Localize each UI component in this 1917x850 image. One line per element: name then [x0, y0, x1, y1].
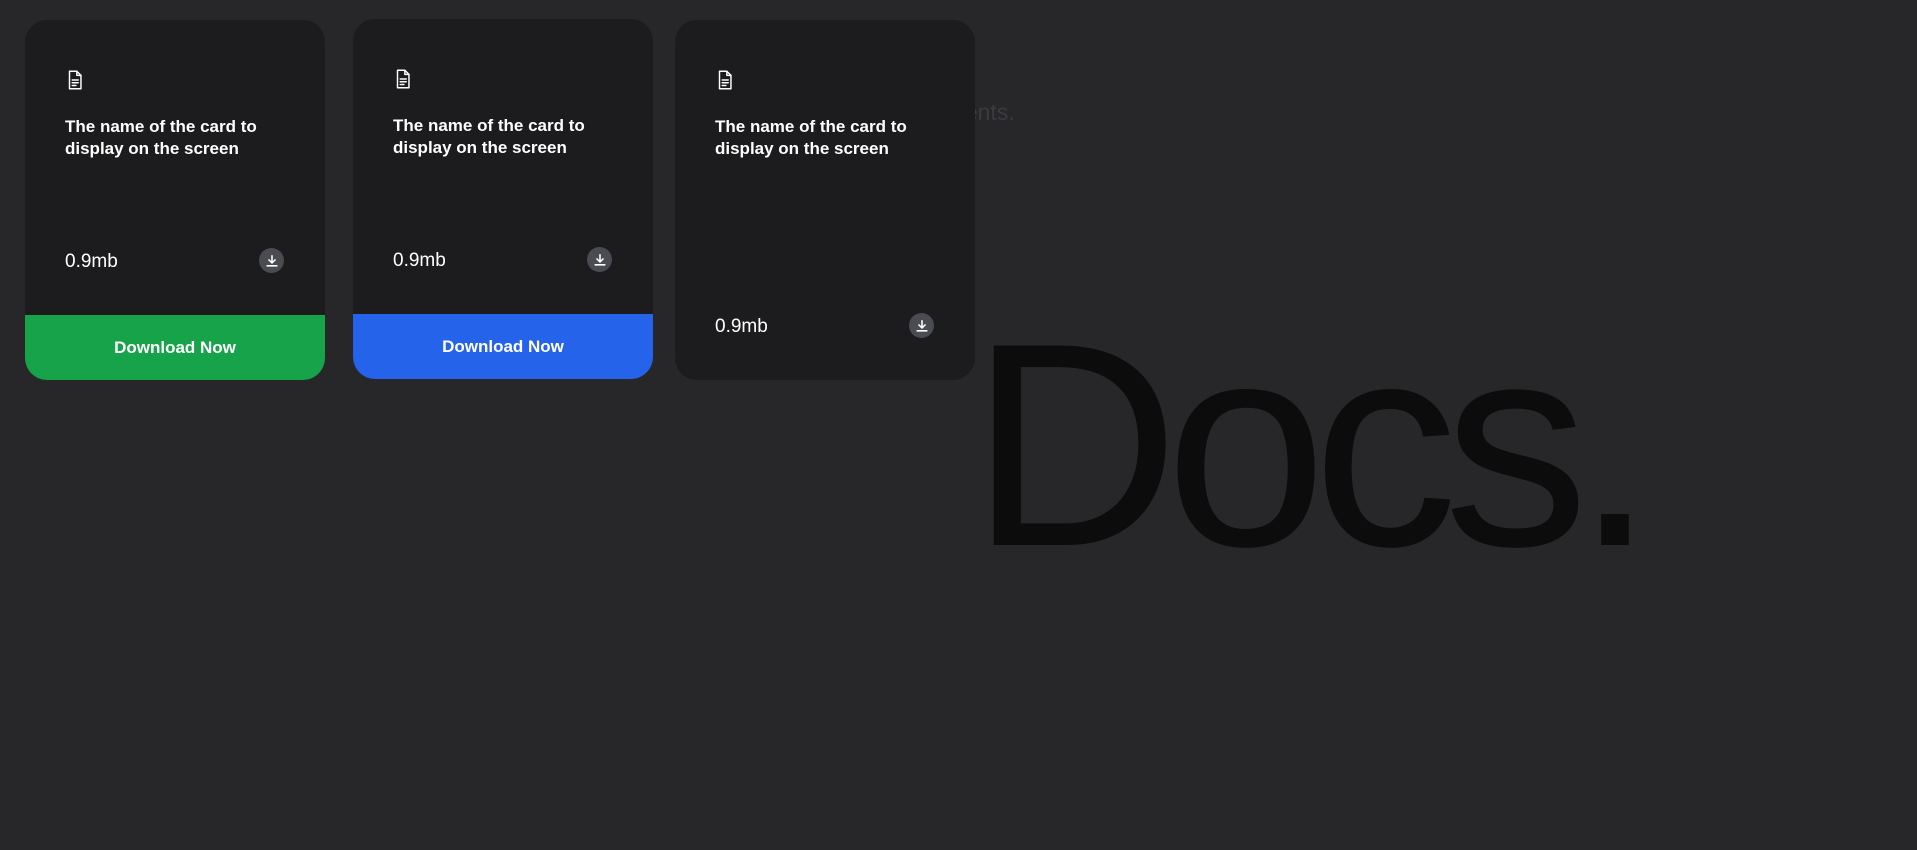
- card-title: The name of the card to display on the s…: [393, 116, 585, 157]
- document-card: The name of the card to display on the s…: [25, 20, 325, 380]
- card-title: The name of the card to display on the s…: [65, 117, 257, 158]
- document-icon: [64, 69, 86, 91]
- document-icon: [714, 69, 736, 91]
- download-now-button[interactable]: Download Now: [25, 315, 325, 380]
- document-card: The name of the card to display on the s…: [353, 19, 653, 379]
- file-size: 0.9mb: [715, 316, 768, 337]
- document-icon: [392, 68, 414, 90]
- download-icon[interactable]: [587, 247, 612, 272]
- download-icon[interactable]: [909, 313, 934, 338]
- document-card: The name of the card to display on the s…: [675, 20, 975, 380]
- card-title: The name of the card to display on the s…: [715, 117, 907, 158]
- file-size: 0.9mb: [65, 251, 118, 272]
- file-size: 0.9mb: [393, 250, 446, 271]
- download-now-button[interactable]: Download Now: [353, 314, 653, 379]
- background-title: Docs.: [970, 283, 1655, 607]
- download-icon[interactable]: [259, 248, 284, 273]
